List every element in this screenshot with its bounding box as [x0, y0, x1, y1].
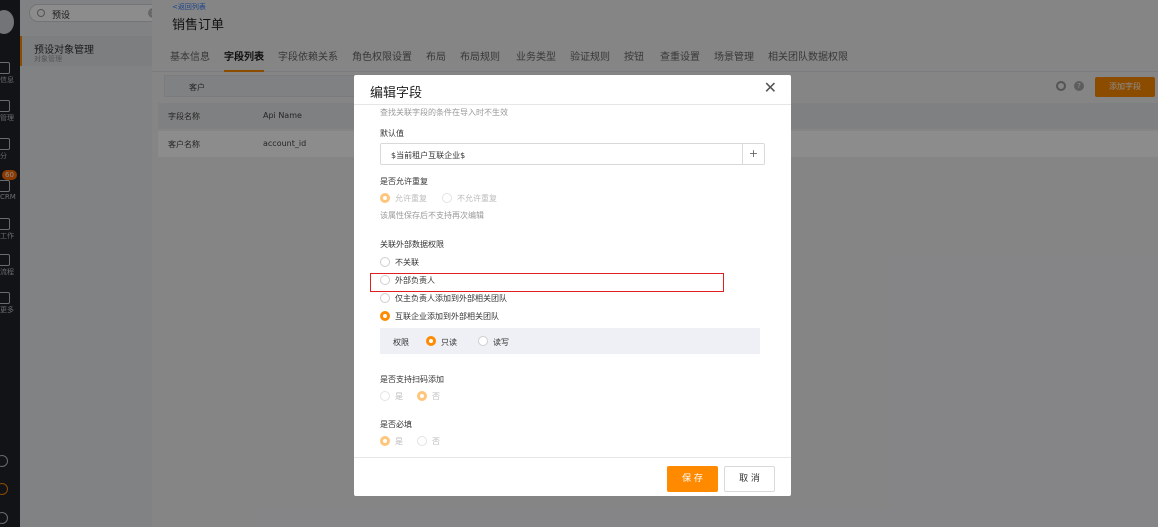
radio-label: 是 — [395, 437, 403, 446]
default-value-input[interactable]: $当前租户互联企业$ + — [380, 143, 765, 165]
radio-allow-duplicate[interactable] — [380, 193, 390, 203]
radio-label: 否 — [432, 392, 440, 401]
radio-label: 是 — [395, 392, 403, 401]
radio-disallow-duplicate[interactable] — [442, 193, 452, 203]
add-variable-button[interactable]: + — [742, 144, 764, 164]
radio-label: 读写 — [493, 338, 509, 347]
radio-scan-no[interactable] — [417, 391, 427, 401]
radio-partner-to-external-team[interactable] — [380, 311, 390, 321]
close-icon[interactable]: ✕ — [764, 80, 777, 96]
radio-required-yes[interactable] — [380, 436, 390, 446]
external-permission-label: 关联外部数据权限 — [380, 240, 444, 249]
radio-label: 互联企业添加到外部相关团队 — [395, 312, 499, 321]
radio-scan-yes[interactable] — [380, 391, 390, 401]
radio-label: 否 — [432, 437, 440, 446]
radio-label: 允许重复 — [395, 194, 427, 203]
permission-box: 权限 只读 读写 — [380, 328, 760, 354]
highlight-box — [370, 273, 724, 292]
dialog-footer: 保 存 取 消 — [354, 457, 791, 496]
allow-duplicate-label: 是否允许重复 — [380, 177, 428, 186]
duplicate-note: 该属性保存后不支持再次编辑 — [380, 211, 484, 220]
cancel-button[interactable]: 取 消 — [724, 466, 775, 492]
permission-label: 权限 — [393, 338, 409, 347]
dialog-title: 编辑字段 — [370, 86, 423, 101]
dialog-header: 编辑字段 ✕ — [354, 75, 791, 105]
save-button[interactable]: 保 存 — [667, 466, 718, 492]
radio-label: 只读 — [441, 338, 457, 347]
radio-label: 仅主负责人添加到外部相关团队 — [395, 294, 507, 303]
default-value-label: 默认值 — [380, 129, 404, 138]
radio-read-only[interactable] — [426, 336, 436, 346]
radio-no-link[interactable] — [380, 257, 390, 267]
radio-label: 不关联 — [395, 258, 419, 267]
radio-owner-to-external-team[interactable] — [380, 293, 390, 303]
radio-label: 不允许重复 — [457, 194, 497, 203]
lookup-hint: 查找关联字段的条件在导入时不生效 — [380, 108, 508, 117]
default-value-text: $当前租户互联企业$ — [391, 151, 466, 160]
radio-required-no[interactable] — [417, 436, 427, 446]
required-label: 是否必填 — [380, 420, 412, 429]
radio-read-write[interactable] — [478, 336, 488, 346]
scan-add-label: 是否支持扫码添加 — [380, 375, 444, 384]
